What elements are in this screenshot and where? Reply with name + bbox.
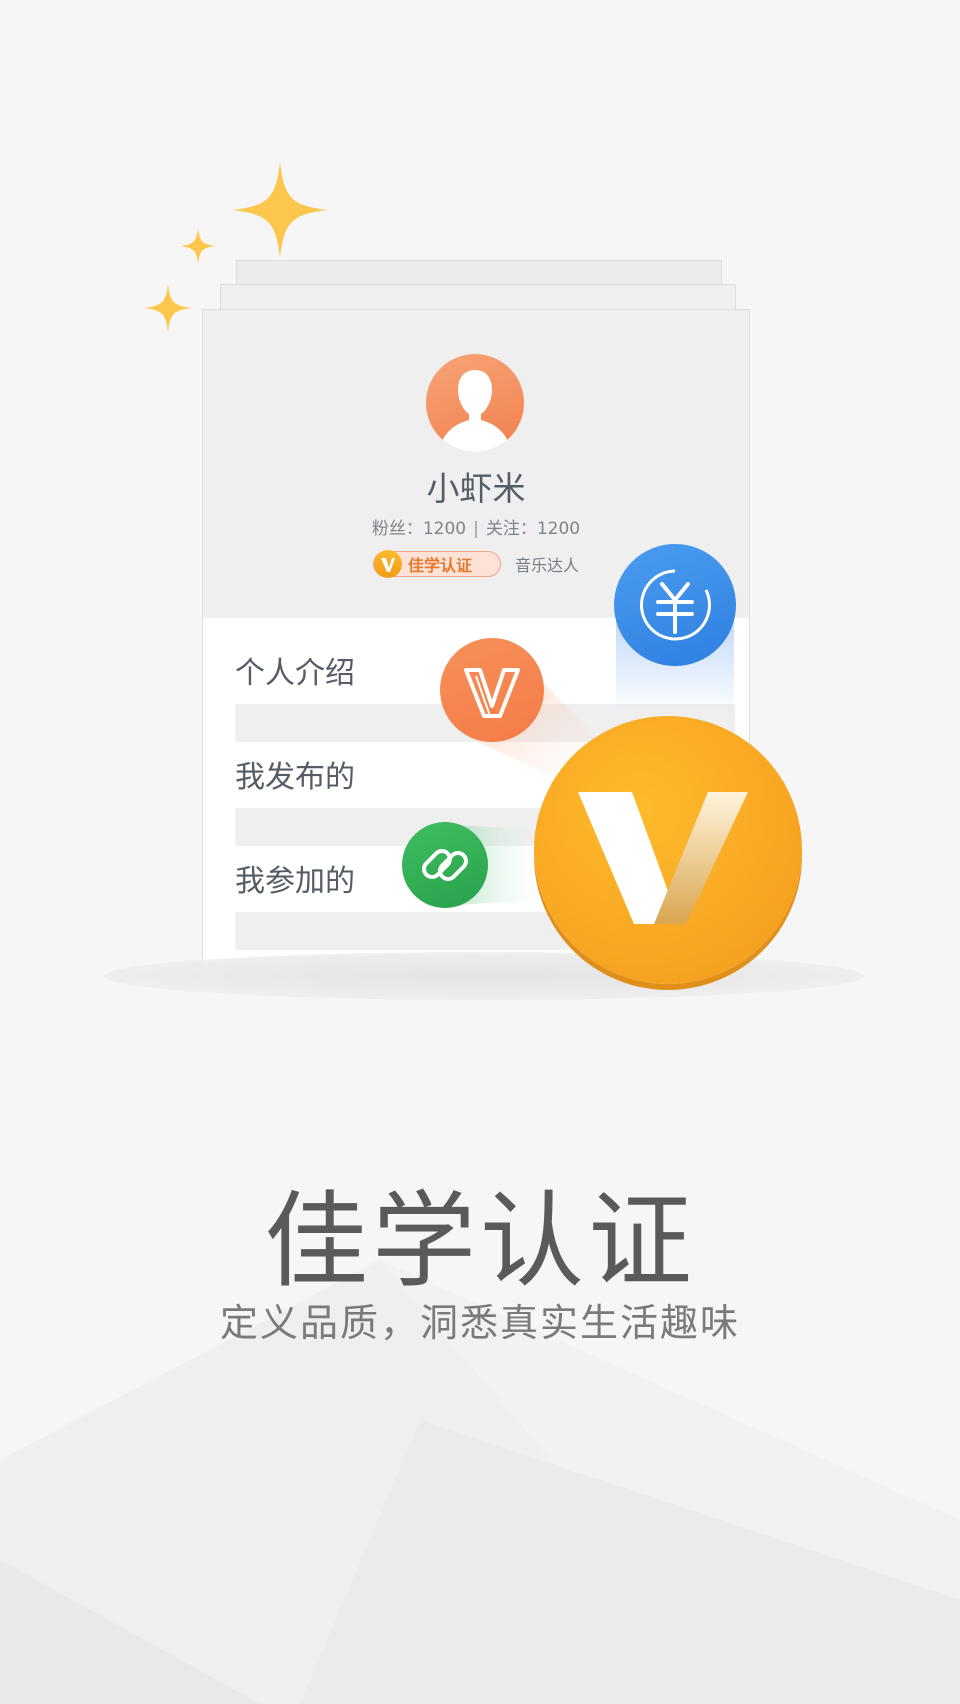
- page-subtitle: 定义品质，洞悉真实生活趣味: [219, 1301, 740, 1345]
- v-coin-large-icon: [578, 792, 748, 924]
- page-title: 佳学认证: [263, 1180, 696, 1302]
- yuan-coin-icon: [639, 569, 711, 641]
- v-coin-small[interactable]: [440, 638, 544, 742]
- yuan-coin[interactable]: [614, 544, 736, 666]
- v-coin-icon: [464, 668, 520, 718]
- v-coin-large[interactable]: [534, 716, 802, 984]
- link-coin[interactable]: [402, 822, 488, 908]
- link-chain-icon: [422, 849, 468, 881]
